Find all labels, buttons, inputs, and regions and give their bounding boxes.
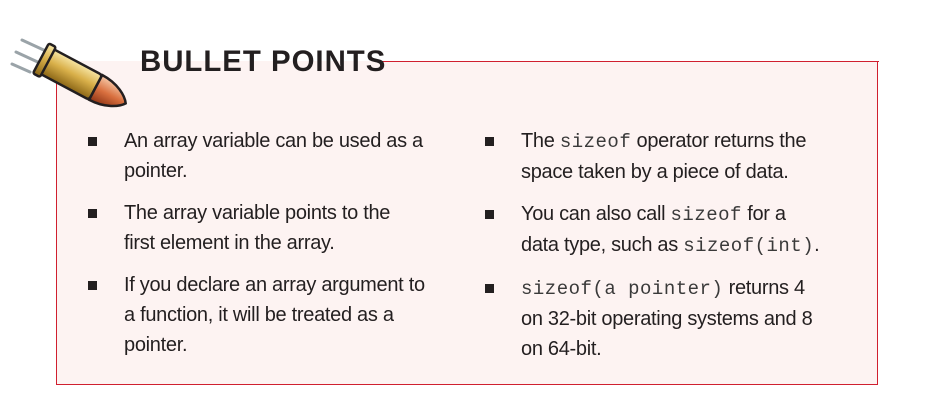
list-item: sizeof(a pointer) returns 4 on 32-bit op…	[483, 273, 823, 364]
bullet-text-pre: The	[521, 130, 560, 152]
left-bullet-list: An array variable can be used as a point…	[86, 126, 426, 372]
bullet-cartridge-icon	[10, 38, 128, 108]
bullet-text: The array variable points to the first e…	[124, 202, 391, 254]
page-title: BULLET POINTS	[140, 45, 387, 78]
square-bullet-icon	[88, 209, 97, 218]
bullet-text: If you declare an array argument to a fu…	[124, 274, 425, 356]
list-item: You can also call sizeof for a data type…	[483, 199, 823, 261]
code-text: sizeof(a pointer)	[521, 278, 724, 300]
code-text: sizeof	[670, 204, 742, 226]
list-item: An array variable can be used as a point…	[86, 126, 426, 186]
square-bullet-icon	[485, 137, 494, 146]
bullet-text-pre: You can also call	[521, 203, 671, 225]
square-bullet-icon	[88, 137, 97, 146]
right-bullet-list: The sizeof operator returns the space ta…	[483, 126, 823, 376]
code-text: sizeof	[559, 131, 632, 153]
list-item: If you declare an array argument to a fu…	[86, 270, 426, 360]
code-text: sizeof(int)	[683, 235, 815, 257]
box-top-border	[382, 61, 879, 62]
list-item: The sizeof operator returns the space ta…	[483, 126, 823, 187]
bullet-text-post: .	[814, 234, 820, 256]
square-bullet-icon	[88, 281, 97, 290]
bullet-text: An array variable can be used as a point…	[124, 130, 423, 182]
square-bullet-icon	[485, 210, 494, 219]
list-item: The array variable points to the first e…	[86, 198, 426, 258]
square-bullet-icon	[485, 284, 494, 293]
